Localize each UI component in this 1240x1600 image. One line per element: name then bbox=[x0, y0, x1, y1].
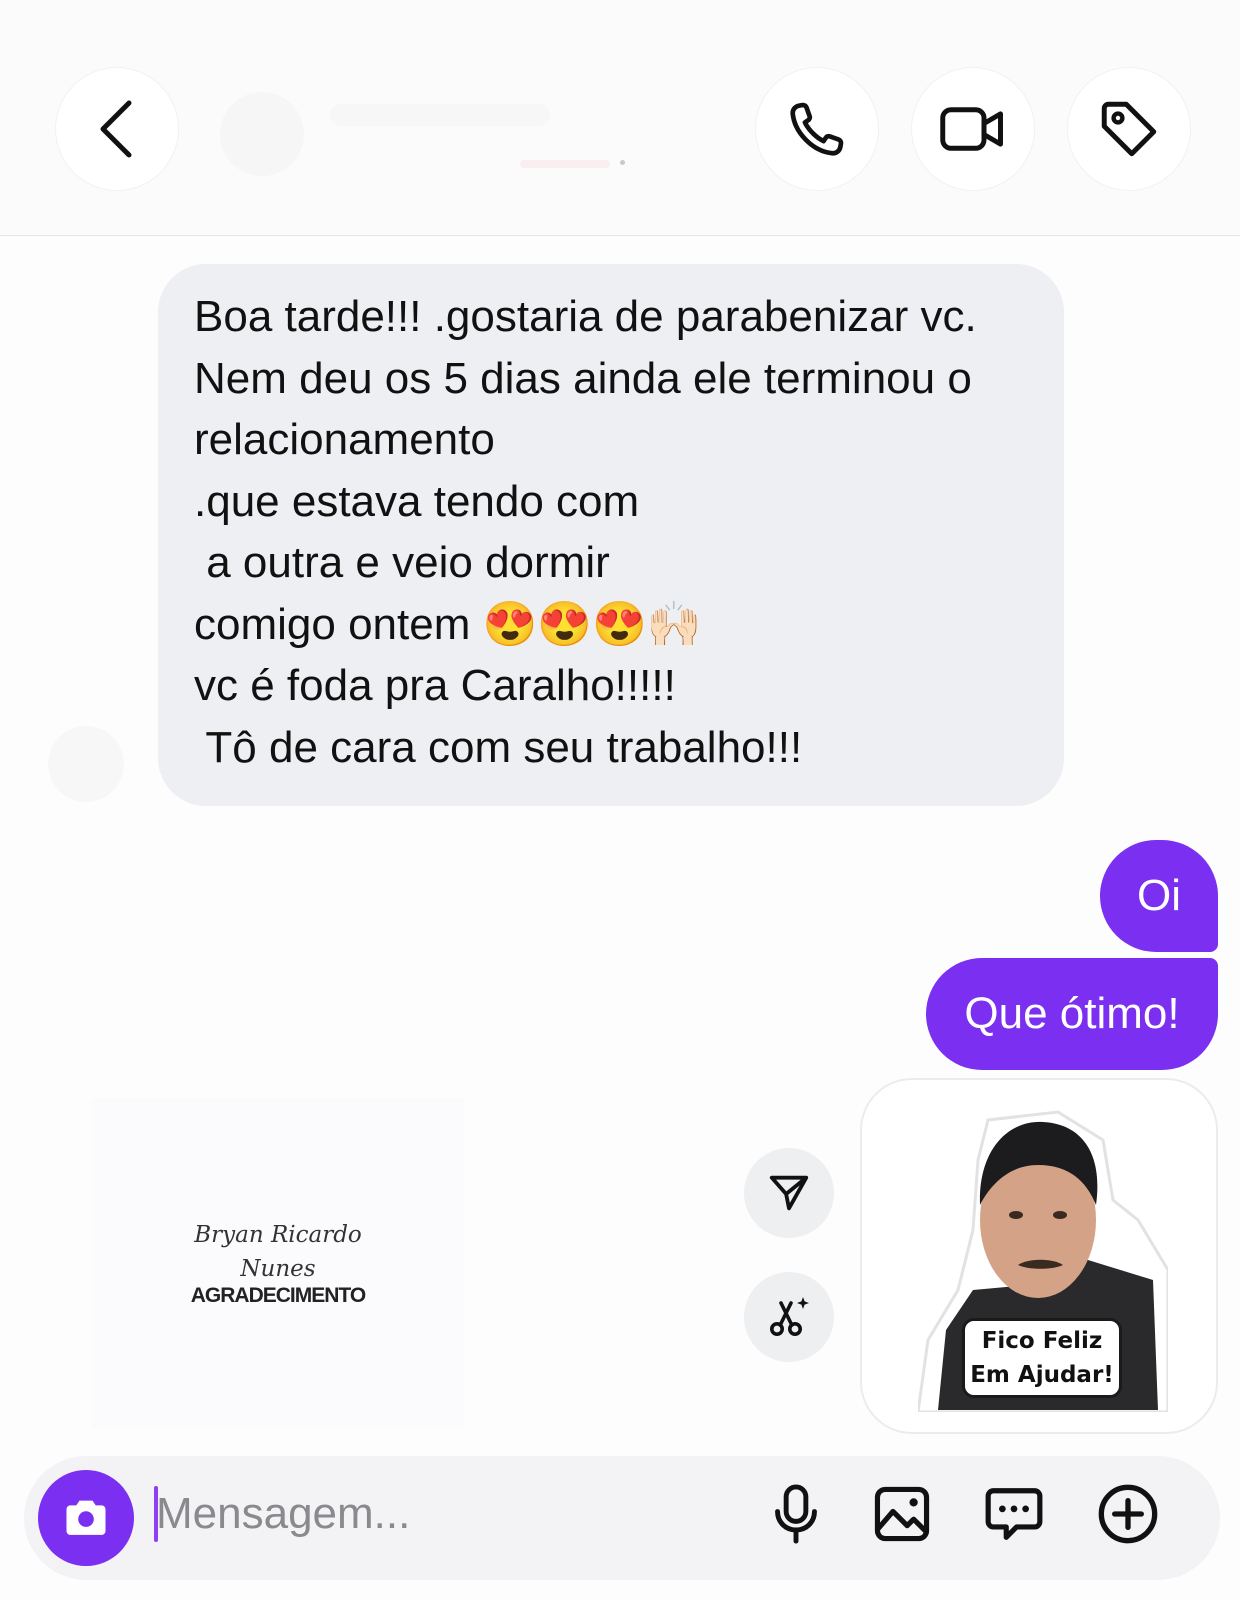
sender-avatar[interactable] bbox=[48, 726, 124, 802]
camera-icon bbox=[66, 1500, 106, 1535]
back-button[interactable] bbox=[56, 68, 178, 190]
call-button[interactable] bbox=[756, 68, 878, 190]
image-icon bbox=[874, 1486, 930, 1542]
contact-status bbox=[520, 160, 610, 168]
sticker-caption-line: Em Ajudar! bbox=[970, 1362, 1114, 1388]
phone-icon bbox=[790, 102, 844, 156]
video-call-button[interactable] bbox=[912, 68, 1034, 190]
chat-options-button[interactable] bbox=[978, 1478, 1050, 1550]
contact-name[interactable] bbox=[330, 104, 550, 126]
status-dot bbox=[620, 160, 625, 165]
sent-message-bubble[interactable]: Oi bbox=[1100, 840, 1218, 952]
sticker-caption: Fico Feliz Em Ajudar! bbox=[962, 1318, 1122, 1398]
tag-icon bbox=[1101, 101, 1157, 157]
watermark: Bryan Ricardo Nunes AGRADECIMENTO bbox=[92, 1098, 464, 1428]
message-line: comigo ontem 😍😍😍🙌🏻 bbox=[194, 599, 702, 649]
chat-header bbox=[0, 0, 1240, 236]
message-line: a outra e veio dormir bbox=[194, 538, 610, 587]
message-line: Boa tarde!!! .gostaria de parabenizar vc… bbox=[194, 292, 977, 341]
sent-message-text: Que ótimo! bbox=[964, 989, 1180, 1038]
sticker-message[interactable]: Fico Feliz Em Ajudar! bbox=[860, 1078, 1218, 1434]
video-camera-icon bbox=[940, 107, 1003, 151]
camera-button[interactable] bbox=[38, 1470, 134, 1566]
scissors-sparkle-icon bbox=[770, 1297, 809, 1336]
watermark-name: Bryan Ricardo bbox=[194, 1222, 362, 1248]
sent-message-bubble[interactable]: Que ótimo! bbox=[926, 958, 1218, 1070]
watermark-title: AGRADECIMENTO bbox=[190, 1284, 366, 1307]
message-line: .que estava tendo com bbox=[194, 476, 640, 526]
more-button[interactable] bbox=[1092, 1478, 1164, 1550]
voice-message-button[interactable] bbox=[760, 1478, 832, 1550]
tag-button[interactable] bbox=[1068, 68, 1190, 190]
sticker-caption-line: Fico Feliz bbox=[981, 1328, 1103, 1354]
sent-message-text: Oi bbox=[1137, 871, 1181, 920]
contact-avatar[interactable] bbox=[220, 92, 304, 176]
message-input[interactable] bbox=[156, 1482, 716, 1546]
send-icon bbox=[769, 1175, 809, 1211]
chevron-left-icon bbox=[100, 100, 132, 158]
message-line: Nem deu os 5 dias ainda ele terminou o bbox=[194, 353, 972, 403]
received-message-bubble[interactable]: Boa tarde!!! .gostaria de parabenizar vc… bbox=[158, 264, 1064, 806]
watermark-surname: Nunes bbox=[240, 1256, 316, 1282]
gallery-button[interactable] bbox=[866, 1478, 938, 1550]
message-line: vc é foda pra Caralho!!!!! bbox=[194, 661, 676, 710]
share-button[interactable] bbox=[744, 1148, 834, 1238]
message-line: Tô de cara com seu trabalho!!! bbox=[194, 722, 803, 772]
plus-circle-icon bbox=[1098, 1484, 1158, 1544]
chat-options-icon bbox=[985, 1488, 1043, 1540]
message-line: relacionamento bbox=[194, 415, 495, 464]
remix-button[interactable] bbox=[744, 1272, 834, 1362]
microphone-icon bbox=[775, 1484, 817, 1544]
